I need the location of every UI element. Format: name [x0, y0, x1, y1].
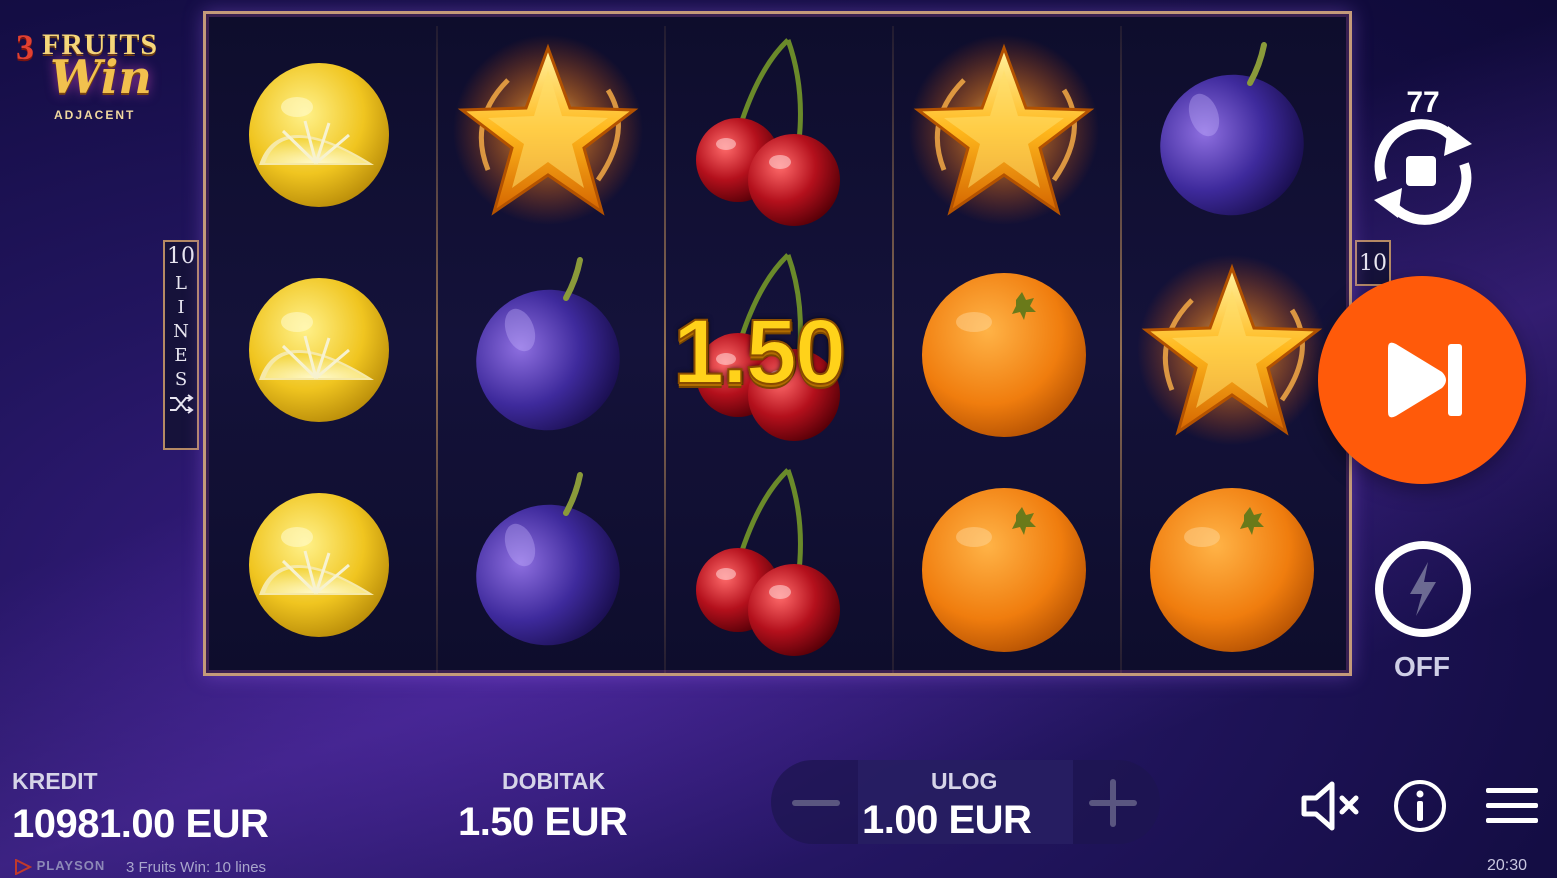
info-button[interactable] — [1390, 778, 1454, 834]
win-value: 1.50 EUR — [458, 800, 628, 844]
lines-letter: I — [177, 297, 185, 318]
speaker-muted-icon — [1301, 781, 1359, 831]
playson-logo-icon — [15, 857, 33, 876]
lines-letter: N — [173, 321, 189, 342]
lines-letter: S — [174, 369, 188, 390]
plum-symbol — [448, 250, 648, 450]
lemon-symbol — [247, 491, 391, 639]
game-logo: 3 FRUITS Win ADJACENT — [12, 24, 182, 124]
orange-symbol — [922, 488, 1086, 652]
win-label: DOBITAK — [502, 768, 606, 794]
logo-subtitle: ADJACENT — [54, 108, 136, 122]
logo-win: Win — [50, 50, 152, 104]
sound-toggle-button[interactable] — [1298, 778, 1362, 834]
lines-count-left: 10 — [167, 244, 195, 269]
lemon-symbol — [247, 61, 391, 209]
reel-divider — [436, 26, 438, 676]
skip-forward-icon — [1388, 342, 1462, 418]
cherry-symbol — [676, 460, 876, 660]
logo-number: 3 — [16, 27, 34, 67]
reel-divider — [664, 26, 666, 676]
plum-symbol — [1132, 35, 1332, 235]
reel-divider — [1120, 26, 1122, 676]
autoplay-count: 77 — [1406, 86, 1440, 119]
lines-indicator-left: 10 L I N E S — [163, 240, 199, 450]
plus-icon-vertical — [1110, 779, 1116, 827]
star-symbol — [1132, 250, 1332, 450]
shuffle-icon — [170, 394, 194, 414]
autoplay-stop-icon — [1374, 119, 1472, 225]
hamburger-menu-icon — [1486, 788, 1538, 823]
turbo-state-label: OFF — [1394, 651, 1450, 682]
menu-button[interactable] — [1480, 778, 1544, 834]
game-title-footer: 3 Fruits Win: 10 lines — [126, 859, 267, 876]
info-icon — [1394, 780, 1446, 832]
provider-brand: PLAYSON — [14, 857, 106, 876]
bet-value: 1.00 EUR — [862, 798, 1032, 842]
lines-letter: L — [175, 273, 187, 294]
turbo-toggle-button[interactable] — [1372, 538, 1474, 640]
star-symbol — [448, 30, 648, 230]
cherry-symbol — [676, 30, 876, 230]
minus-icon — [792, 800, 840, 806]
autoplay-stop-button[interactable] — [1364, 118, 1482, 226]
win-amount-overlay: 1.50 — [672, 300, 847, 404]
lines-letter: E — [174, 345, 188, 366]
reel-divider — [892, 26, 894, 676]
lemon-symbol — [247, 276, 391, 424]
star-symbol — [904, 30, 1104, 230]
spin-skip-button[interactable] — [1318, 276, 1526, 484]
plum-symbol — [448, 465, 648, 665]
clock: 20:30 — [1487, 857, 1528, 874]
lightning-icon — [1375, 541, 1471, 637]
orange-symbol — [1150, 488, 1314, 652]
orange-symbol — [922, 273, 1086, 437]
credit-label: KREDIT — [12, 768, 98, 794]
credit-value: 10981.00 EUR — [12, 802, 269, 846]
bet-label: ULOG — [931, 768, 998, 794]
provider-name: PLAYSON — [36, 858, 106, 873]
